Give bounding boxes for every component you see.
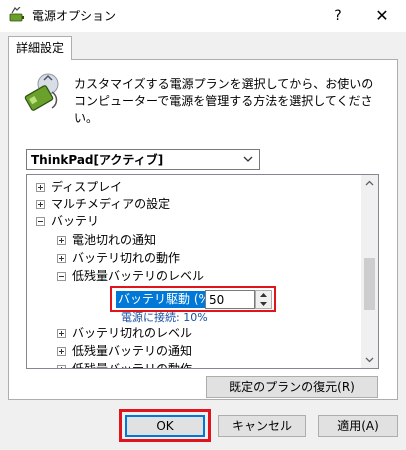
expand-plus-icon[interactable] <box>57 236 66 245</box>
battery-level-value: 50 <box>209 293 225 307</box>
battery-level-spinner[interactable] <box>255 290 272 309</box>
power-options-icon <box>9 7 24 22</box>
apply-button[interactable]: 適用(A) <box>318 415 398 437</box>
window-title: 電源オプション <box>32 9 117 23</box>
tree-item-label: バッテリ切れのレベル <box>72 326 193 340</box>
tree-item-label: バッテリ <box>51 214 100 228</box>
close-button[interactable]: ✕ <box>358 0 406 32</box>
title-bar: 電源オプション ? ✕ <box>0 0 406 32</box>
expand-plus-icon[interactable] <box>57 329 66 338</box>
settings-tree[interactable]: ディスプレイ マルチメディアの設定 バッテリ 電池切れの通知 バッテリ切れの動作… <box>26 174 379 369</box>
scroll-up-icon[interactable] <box>361 175 378 192</box>
tab-advanced-settings[interactable]: 詳細設定 <box>8 36 72 60</box>
cancel-button[interactable]: キャンセル <box>218 415 306 437</box>
tree-item-label: 低残量バッテリの通知 <box>72 344 193 358</box>
ok-button[interactable]: OK <box>125 415 205 437</box>
plugged-in-value: 10% <box>183 311 208 324</box>
expand-plus-icon[interactable] <box>57 347 66 356</box>
expand-plus-icon[interactable] <box>57 365 66 368</box>
expand-plus-icon[interactable] <box>36 183 45 192</box>
spin-down-icon[interactable] <box>256 300 271 308</box>
description-text: カスタマイズする電源プランを選択してから、お使いのコンピューターで電源を管理する… <box>74 77 374 125</box>
collapse-minus-icon[interactable] <box>36 217 45 226</box>
tree-item-label: 電池切れの通知 <box>72 233 157 247</box>
spin-up-icon[interactable] <box>256 291 271 299</box>
plan-select-value: ThinkPad[アクティブ] <box>31 153 164 167</box>
tree-item-label: バッテリ切れの動作 <box>72 251 181 265</box>
battery-plug-icon <box>24 73 59 111</box>
power-plan-select[interactable]: ThinkPad[アクティブ] <box>26 149 260 170</box>
expand-plus-icon[interactable] <box>36 200 45 209</box>
battery-setting-highlight: バッテリ駆動 (%): 50 <box>110 286 276 312</box>
help-button[interactable]: ? <box>318 0 358 32</box>
plugged-in-setting[interactable]: 電源に接続: 10% <box>121 311 208 325</box>
expand-plus-icon[interactable] <box>57 254 66 263</box>
tree-item-label: ディスプレイ <box>51 180 123 194</box>
tree-item-label: 低残量バッテリのレベル <box>72 269 205 283</box>
tree-item-label: マルチメディアの設定 <box>51 197 171 211</box>
tree-scrollbar[interactable] <box>361 175 378 368</box>
scroll-down-icon[interactable] <box>361 351 378 368</box>
scroll-thumb[interactable] <box>364 258 375 310</box>
plugged-in-label: 電源に接続: <box>121 311 180 324</box>
tree-item-label: 低残量バッテリの動作 <box>72 362 193 369</box>
restore-defaults-button[interactable]: 既定のプランの復元(R) <box>206 376 378 398</box>
battery-level-input[interactable]: 50 <box>205 290 255 309</box>
collapse-minus-icon[interactable] <box>57 272 66 281</box>
chevron-down-icon <box>243 156 253 162</box>
